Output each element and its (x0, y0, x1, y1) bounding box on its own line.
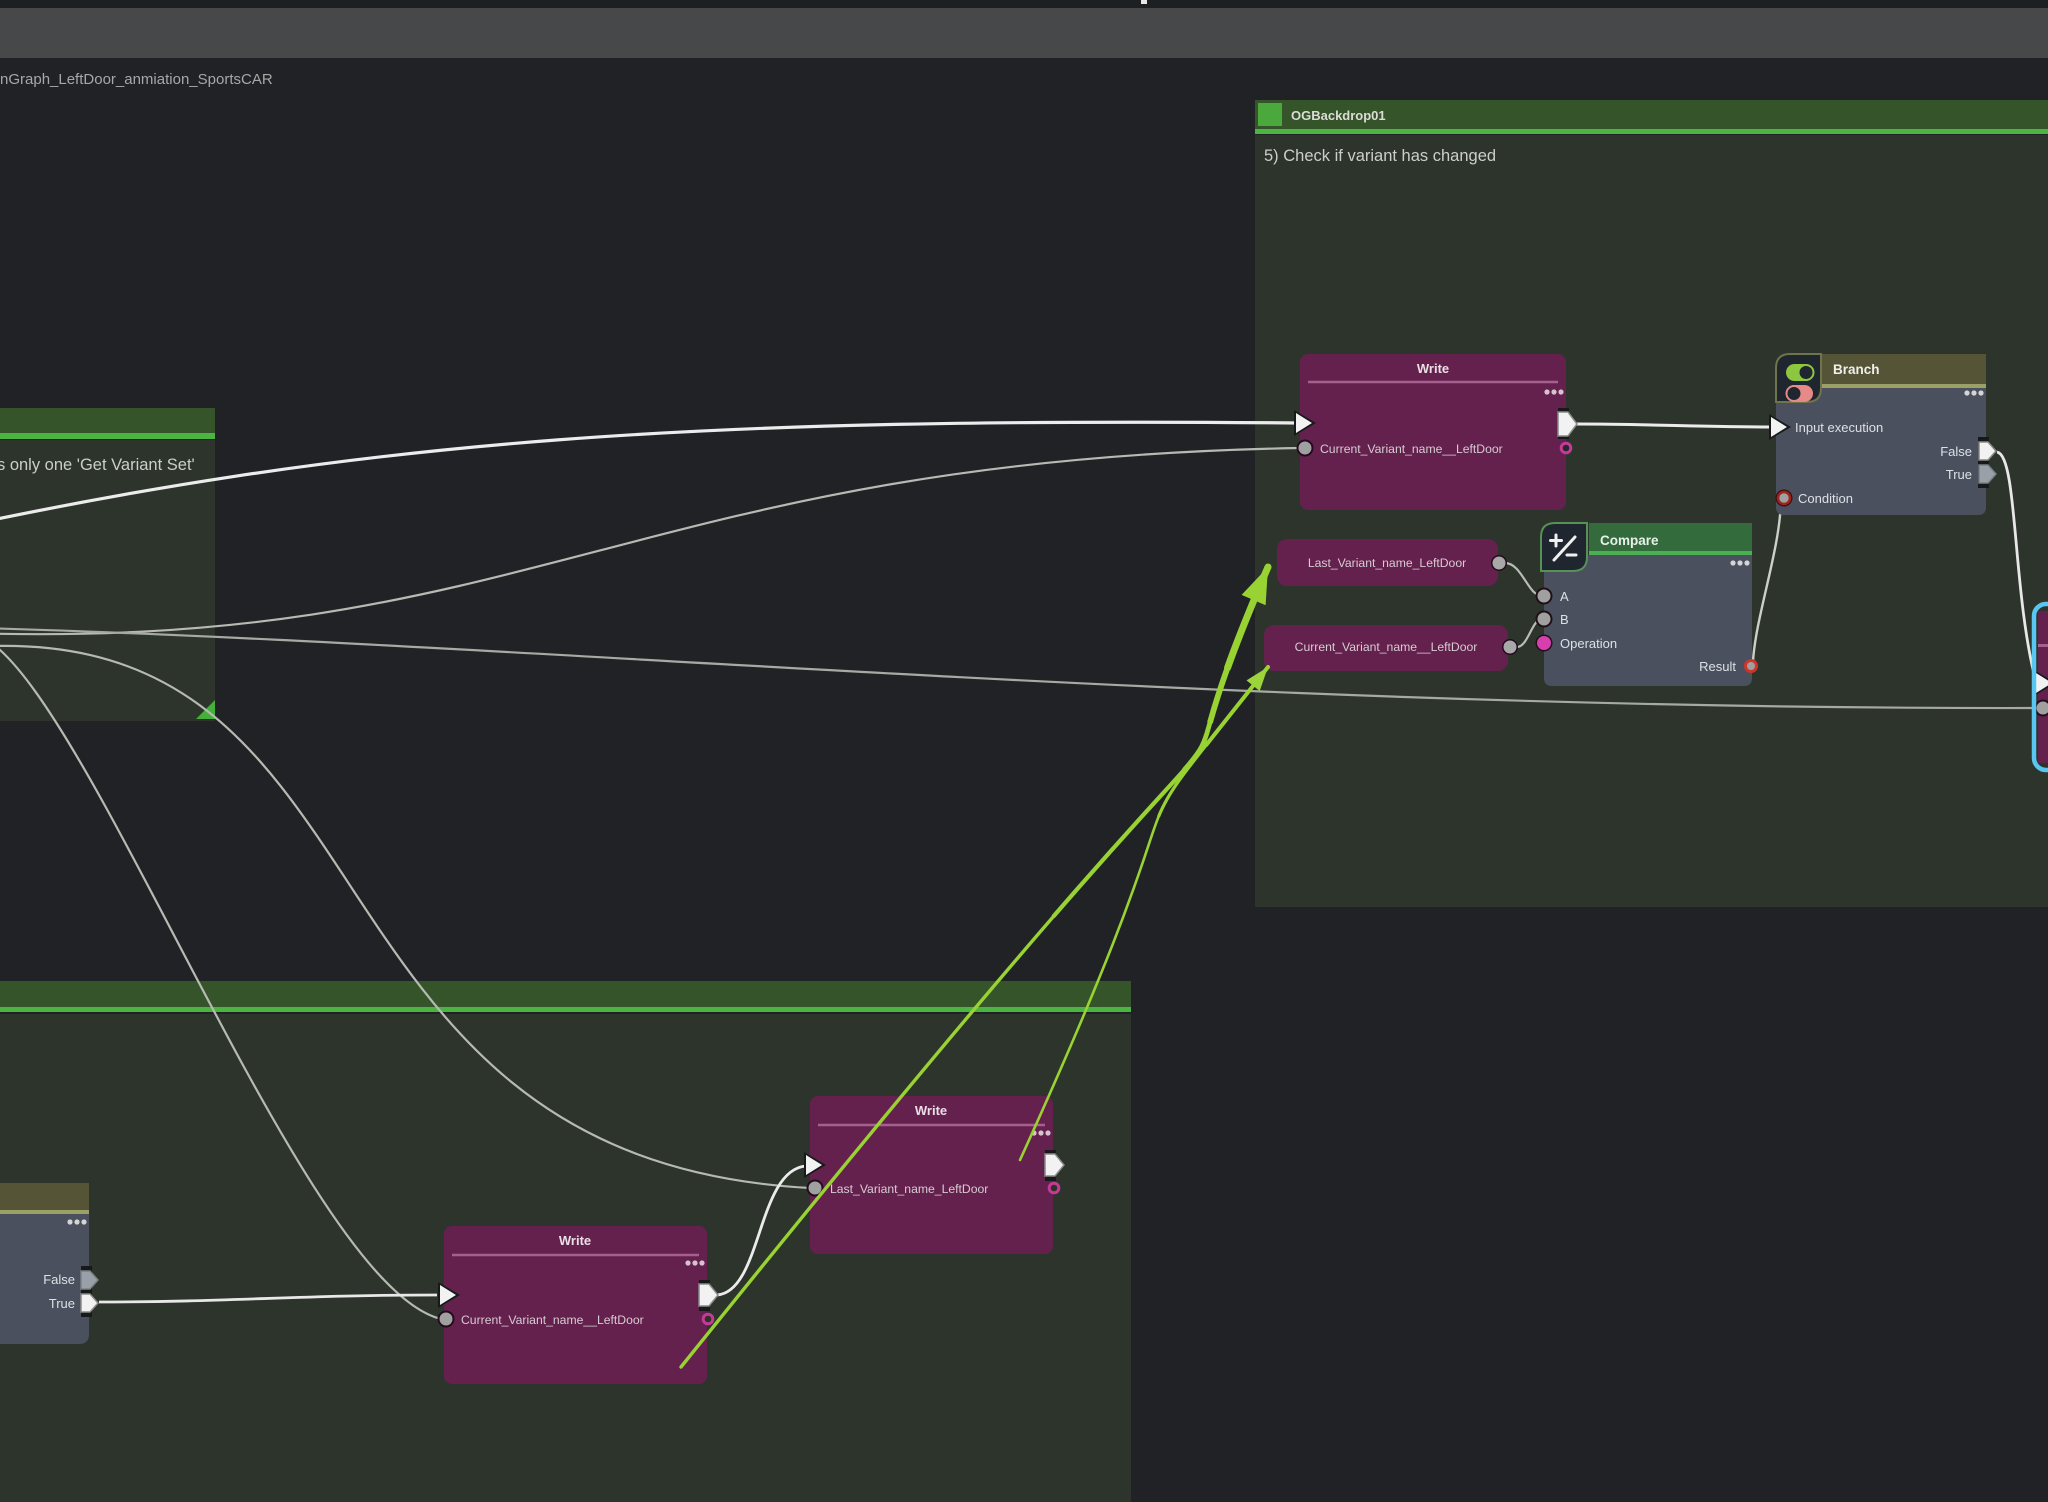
svg-text:False: False (1940, 444, 1972, 459)
svg-text:Last_Variant_name_LeftDoor: Last_Variant_name_LeftDoor (830, 1182, 988, 1196)
svg-text:Branch: Branch (1833, 362, 1880, 377)
svg-text:5) Check if variant has change: 5) Check if variant has changed (1264, 147, 1496, 165)
svg-text:Current_Variant_name__LeftDoor: Current_Variant_name__LeftDoor (461, 1313, 644, 1327)
svg-text:Result: Result (1699, 659, 1736, 674)
svg-text:Compare: Compare (1600, 533, 1659, 548)
svg-text:A: A (1560, 589, 1569, 604)
svg-text:Input execution: Input execution (1795, 420, 1883, 435)
svg-text:nGraph_LeftDoor_anmiation_Spor: nGraph_LeftDoor_anmiation_SportsCAR (0, 71, 273, 88)
svg-text:OGBackdrop01: OGBackdrop01 (1291, 108, 1386, 123)
svg-text:B: B (1560, 612, 1569, 627)
svg-text:Write: Write (1417, 361, 1449, 376)
svg-text:Operation: Operation (1560, 636, 1617, 651)
svg-text:Current_Variant_name__LeftDoor: Current_Variant_name__LeftDoor (1320, 442, 1503, 456)
svg-text:True: True (49, 1296, 75, 1311)
svg-text:Current_Variant_name__LeftDoor: Current_Variant_name__LeftDoor (1295, 640, 1478, 654)
svg-text:False: False (43, 1272, 75, 1287)
svg-text:Write: Write (915, 1103, 947, 1118)
svg-text:s only one 'Get Variant Set': s only one 'Get Variant Set' (0, 456, 195, 474)
svg-text:Last_Variant_name_LeftDoor: Last_Variant_name_LeftDoor (1308, 556, 1466, 570)
svg-text:Condition: Condition (1798, 491, 1853, 506)
svg-text:True: True (1946, 467, 1972, 482)
svg-text:Write: Write (559, 1233, 591, 1248)
